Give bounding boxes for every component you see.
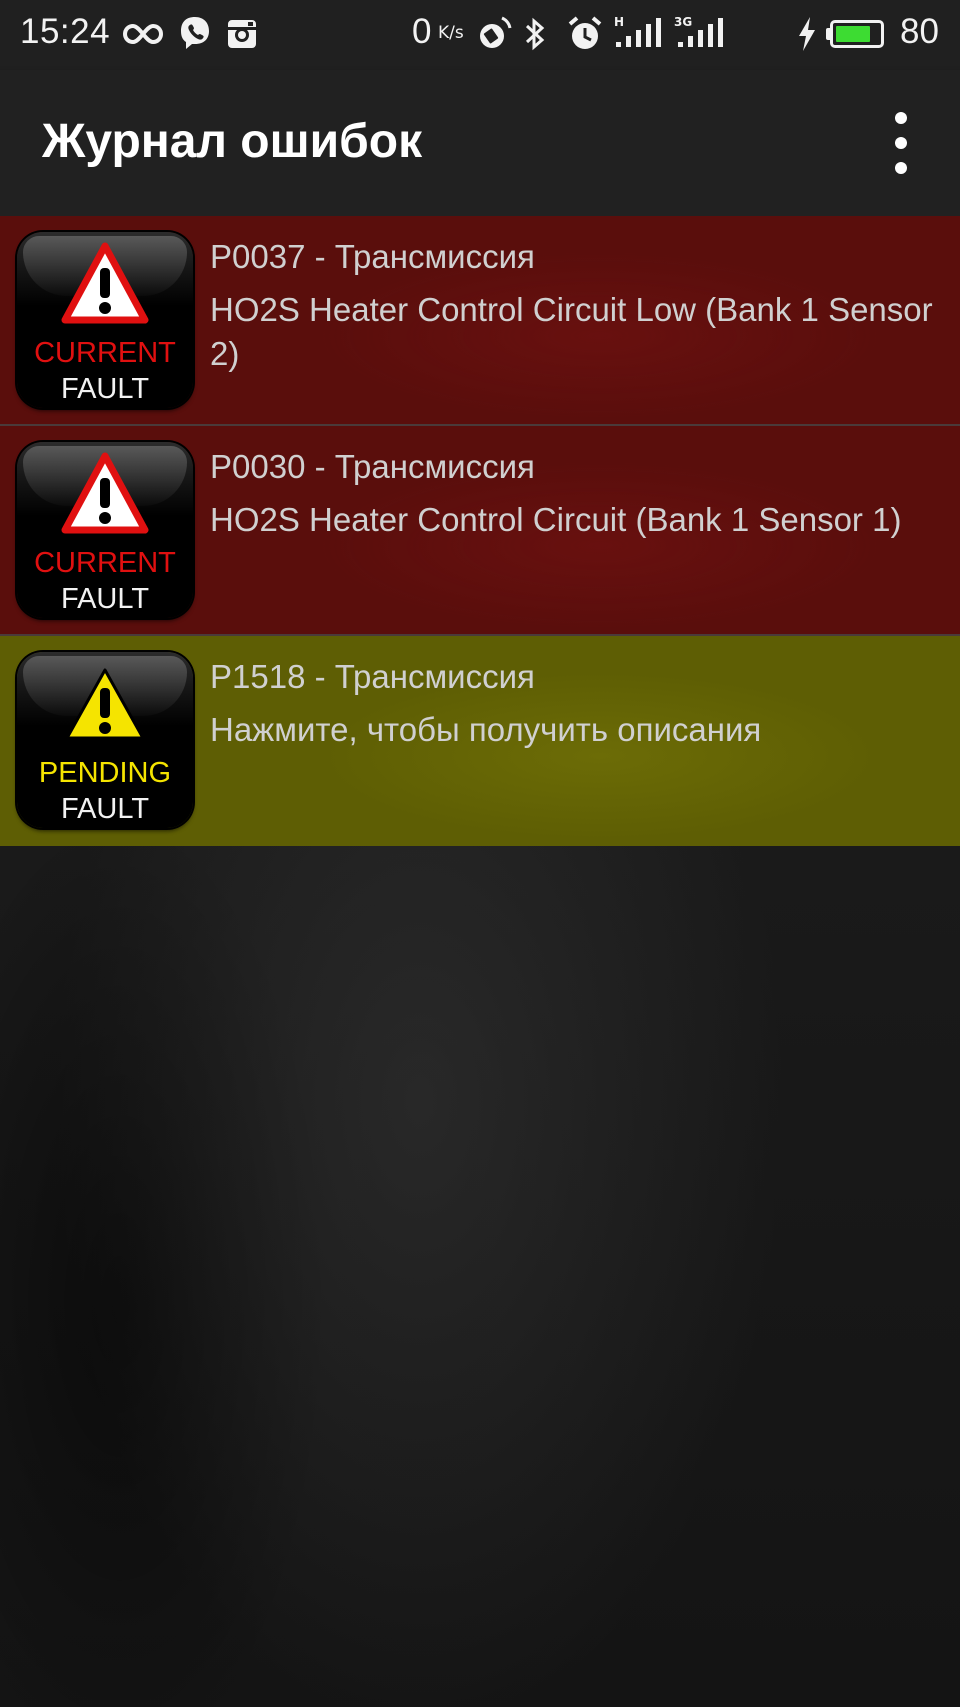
data-speed-icon: K/s <box>438 23 464 43</box>
viber-icon <box>181 17 209 49</box>
warning-icon <box>61 242 149 324</box>
app-bar: Журнал ошибок <box>0 70 960 216</box>
warning-icon <box>61 452 149 534</box>
signal-icon: 3G <box>674 15 723 47</box>
battery-level: 80 <box>900 12 939 51</box>
fault-title: P0037 - Трансмиссия <box>210 238 535 275</box>
fault-row[interactable]: CURRENT FAULT P0037 - Трансмиссия HO2S H… <box>0 216 960 426</box>
signal1-label: H <box>614 15 624 29</box>
fault-row[interactable]: PENDING FAULT P1518 - Трансмиссия Нажмит… <box>0 636 960 846</box>
signal2-label: 3G <box>674 15 692 29</box>
fault-badge: CURRENT FAULT <box>17 232 193 408</box>
page-title: Журнал ошибок <box>42 115 423 168</box>
fault-row[interactable]: CURRENT FAULT P0030 - Трансмиссия HO2S H… <box>0 426 960 636</box>
status-time: 15:24 <box>20 12 111 51</box>
battery-fill <box>836 26 870 42</box>
infinity-icon <box>122 23 164 45</box>
fault-description: HO2S Heater Control Circuit Low (Bank 1 … <box>210 291 933 372</box>
fault-badge: CURRENT FAULT <box>17 442 193 618</box>
charging-icon <box>799 17 815 51</box>
badge-line2: FAULT <box>60 373 150 405</box>
rotation-icon <box>480 16 512 48</box>
app-screen: 15:24 0 K/s H 3G 80 Журнал ошибок CURREN… <box>0 0 960 1707</box>
bluetooth-icon <box>525 17 545 51</box>
badge-line1: CURRENT <box>34 547 176 579</box>
alarm-icon <box>568 16 602 49</box>
menu-dot <box>895 162 907 174</box>
instagram-icon <box>228 20 256 48</box>
signal-icon: H <box>614 15 661 47</box>
network-speed-unit: K/s <box>438 23 464 43</box>
fault-description: Нажмите, чтобы получить описания <box>210 711 762 748</box>
fault-badge: PENDING FAULT <box>17 652 193 828</box>
badge-line2: FAULT <box>60 583 150 615</box>
badge-line1: PENDING <box>38 757 172 789</box>
fault-title: P1518 - Трансмиссия <box>210 658 535 695</box>
battery-icon <box>830 20 884 48</box>
fault-list: CURRENT FAULT P0037 - Трансмиссия HO2S H… <box>0 216 960 846</box>
fault-description: HO2S Heater Control Circuit (Bank 1 Sens… <box>210 501 902 538</box>
badge-line1: CURRENT <box>34 337 176 369</box>
warning-icon <box>65 668 145 740</box>
menu-dot <box>895 137 907 149</box>
badge-line2: FAULT <box>60 793 150 825</box>
network-speed-value: 0 <box>412 12 432 51</box>
fault-title: P0030 - Трансмиссия <box>210 448 535 485</box>
overflow-menu-icon[interactable] <box>880 110 922 176</box>
status-bar: 15:24 0 K/s H 3G 80 <box>0 0 960 70</box>
menu-dot <box>895 112 907 124</box>
